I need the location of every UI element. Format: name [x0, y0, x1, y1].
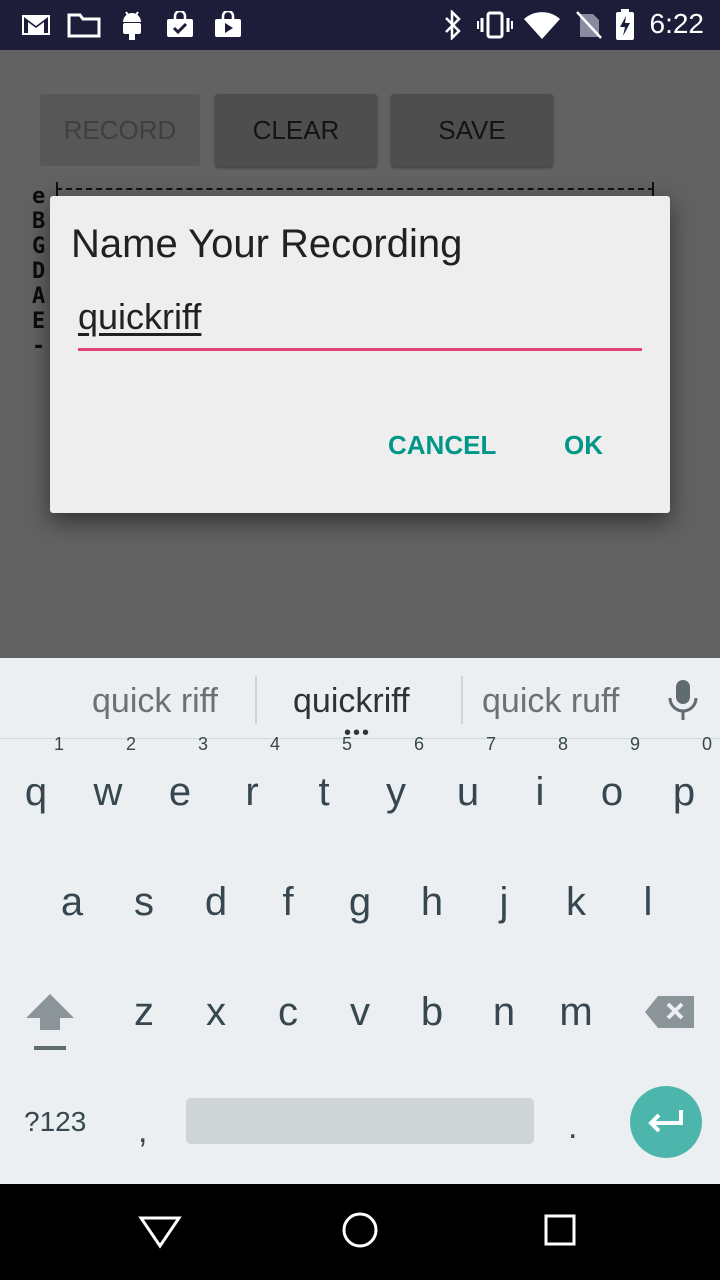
key-label: r [245, 770, 259, 814]
recents-icon[interactable] [542, 1210, 578, 1255]
bluetooth-icon [442, 10, 464, 40]
android-icon [118, 10, 146, 40]
key-hint-number: 3 [197, 734, 208, 754]
home-icon[interactable] [340, 1210, 380, 1255]
key-label: u [456, 770, 480, 814]
folder-icon [66, 10, 102, 40]
key-l[interactable]: l [612, 880, 684, 925]
key-hint-number: 4 [269, 734, 280, 754]
key-label: o [600, 770, 624, 814]
key-c[interactable]: c [252, 990, 324, 1035]
enter-key[interactable] [630, 1086, 702, 1158]
key-label: y [386, 770, 406, 814]
microphone-icon[interactable] [666, 678, 700, 727]
key-label: i [535, 770, 545, 814]
back-icon[interactable] [138, 1210, 182, 1255]
suggestion-divider [461, 676, 463, 724]
key-hint-number: 7 [485, 734, 496, 754]
recording-name-input[interactable]: quickriff [78, 296, 642, 351]
key-z[interactable]: z [108, 990, 180, 1035]
key-u[interactable]: 7u [432, 734, 504, 815]
soft-keyboard: quick riff quickriff quick ruff ••• ?123… [0, 658, 720, 1184]
suggestion-left[interactable]: quick riff [92, 682, 218, 721]
tab-string-labels: e B G D A E - [32, 184, 45, 359]
key-q[interactable]: 1q [0, 734, 72, 815]
key-hint-number: 0 [701, 734, 712, 754]
key-label: t [318, 770, 330, 814]
symbols-key[interactable]: ?123 [24, 1106, 86, 1138]
key-r[interactable]: 4r [216, 734, 288, 815]
key-o[interactable]: 9o [576, 734, 648, 815]
key-s[interactable]: s [108, 880, 180, 925]
key-h[interactable]: h [396, 880, 468, 925]
key-t[interactable]: 5t [288, 734, 360, 815]
key-j[interactable]: j [468, 880, 540, 925]
key-k[interactable]: k [540, 880, 612, 925]
recording-name-value: quickriff [78, 296, 202, 337]
key-p[interactable]: 0p [648, 734, 720, 815]
string-label: e [32, 184, 46, 209]
backspace-icon[interactable] [644, 994, 696, 1035]
key-hint-number: 1 [53, 734, 64, 754]
wifi-icon [522, 10, 562, 40]
cancel-button[interactable]: CANCEL [388, 430, 496, 461]
string-label: G [32, 234, 46, 259]
key-n[interactable]: n [468, 990, 540, 1035]
string-label: D [32, 259, 46, 284]
shift-icon[interactable] [24, 992, 76, 1059]
save-button[interactable]: SAVE [391, 94, 553, 166]
clear-button[interactable]: CLEAR [215, 94, 377, 166]
key-label: p [672, 770, 696, 814]
suggestion-strip: quick riff quickriff quick ruff ••• [0, 658, 720, 743]
key-hint-number: 5 [341, 734, 352, 754]
key-hint-number: 8 [557, 734, 568, 754]
key-f[interactable]: f [252, 880, 324, 925]
string-label: B [32, 209, 46, 234]
suggestion-divider [255, 676, 257, 724]
battery-charging-icon [614, 9, 636, 40]
key-label: e [168, 770, 192, 814]
tab-staff-line [56, 182, 654, 200]
key-x[interactable]: x [180, 990, 252, 1035]
ok-button[interactable]: OK [564, 430, 603, 461]
string-label: - [32, 334, 46, 359]
suggestion-center[interactable]: quickriff [293, 682, 410, 721]
status-time: 6:22 [649, 8, 705, 39]
key-hint-number: 9 [629, 734, 640, 754]
navigation-bar [0, 1184, 720, 1280]
string-label: A [32, 284, 46, 309]
vibrate-icon [476, 10, 514, 40]
key-label: w [93, 770, 123, 814]
name-recording-dialog: Name Your Recording quickriff CANCEL OK [50, 196, 670, 513]
key-m[interactable]: m [540, 990, 612, 1035]
key-b[interactable]: b [396, 990, 468, 1035]
status-bar: 6:22 [0, 0, 720, 50]
gmail-icon [20, 10, 52, 40]
key-w[interactable]: 2w [72, 734, 144, 815]
key-g[interactable]: g [324, 880, 396, 925]
enter-icon [648, 1110, 683, 1133]
shopping-bag-icon [164, 10, 196, 40]
dialog-title: Name Your Recording [71, 222, 463, 266]
key-d[interactable]: d [180, 880, 252, 925]
no-sim-icon [574, 10, 604, 40]
key-v[interactable]: v [324, 990, 396, 1035]
key-hint-number: 2 [125, 734, 136, 754]
key-y[interactable]: 6y [360, 734, 432, 815]
space-bar[interactable] [186, 1098, 534, 1144]
period-key[interactable]: . [568, 1108, 577, 1147]
suggestion-right[interactable]: quick ruff [482, 682, 619, 721]
play-store-icon [212, 10, 244, 40]
key-label: q [24, 770, 48, 814]
key-e[interactable]: 3e [144, 734, 216, 815]
comma-key[interactable]: , [138, 1112, 147, 1151]
key-i[interactable]: 8i [504, 734, 576, 815]
record-button[interactable]: RECORD [40, 94, 200, 166]
key-hint-number: 6 [413, 734, 424, 754]
key-a[interactable]: a [36, 880, 108, 925]
string-label: E [32, 309, 46, 334]
